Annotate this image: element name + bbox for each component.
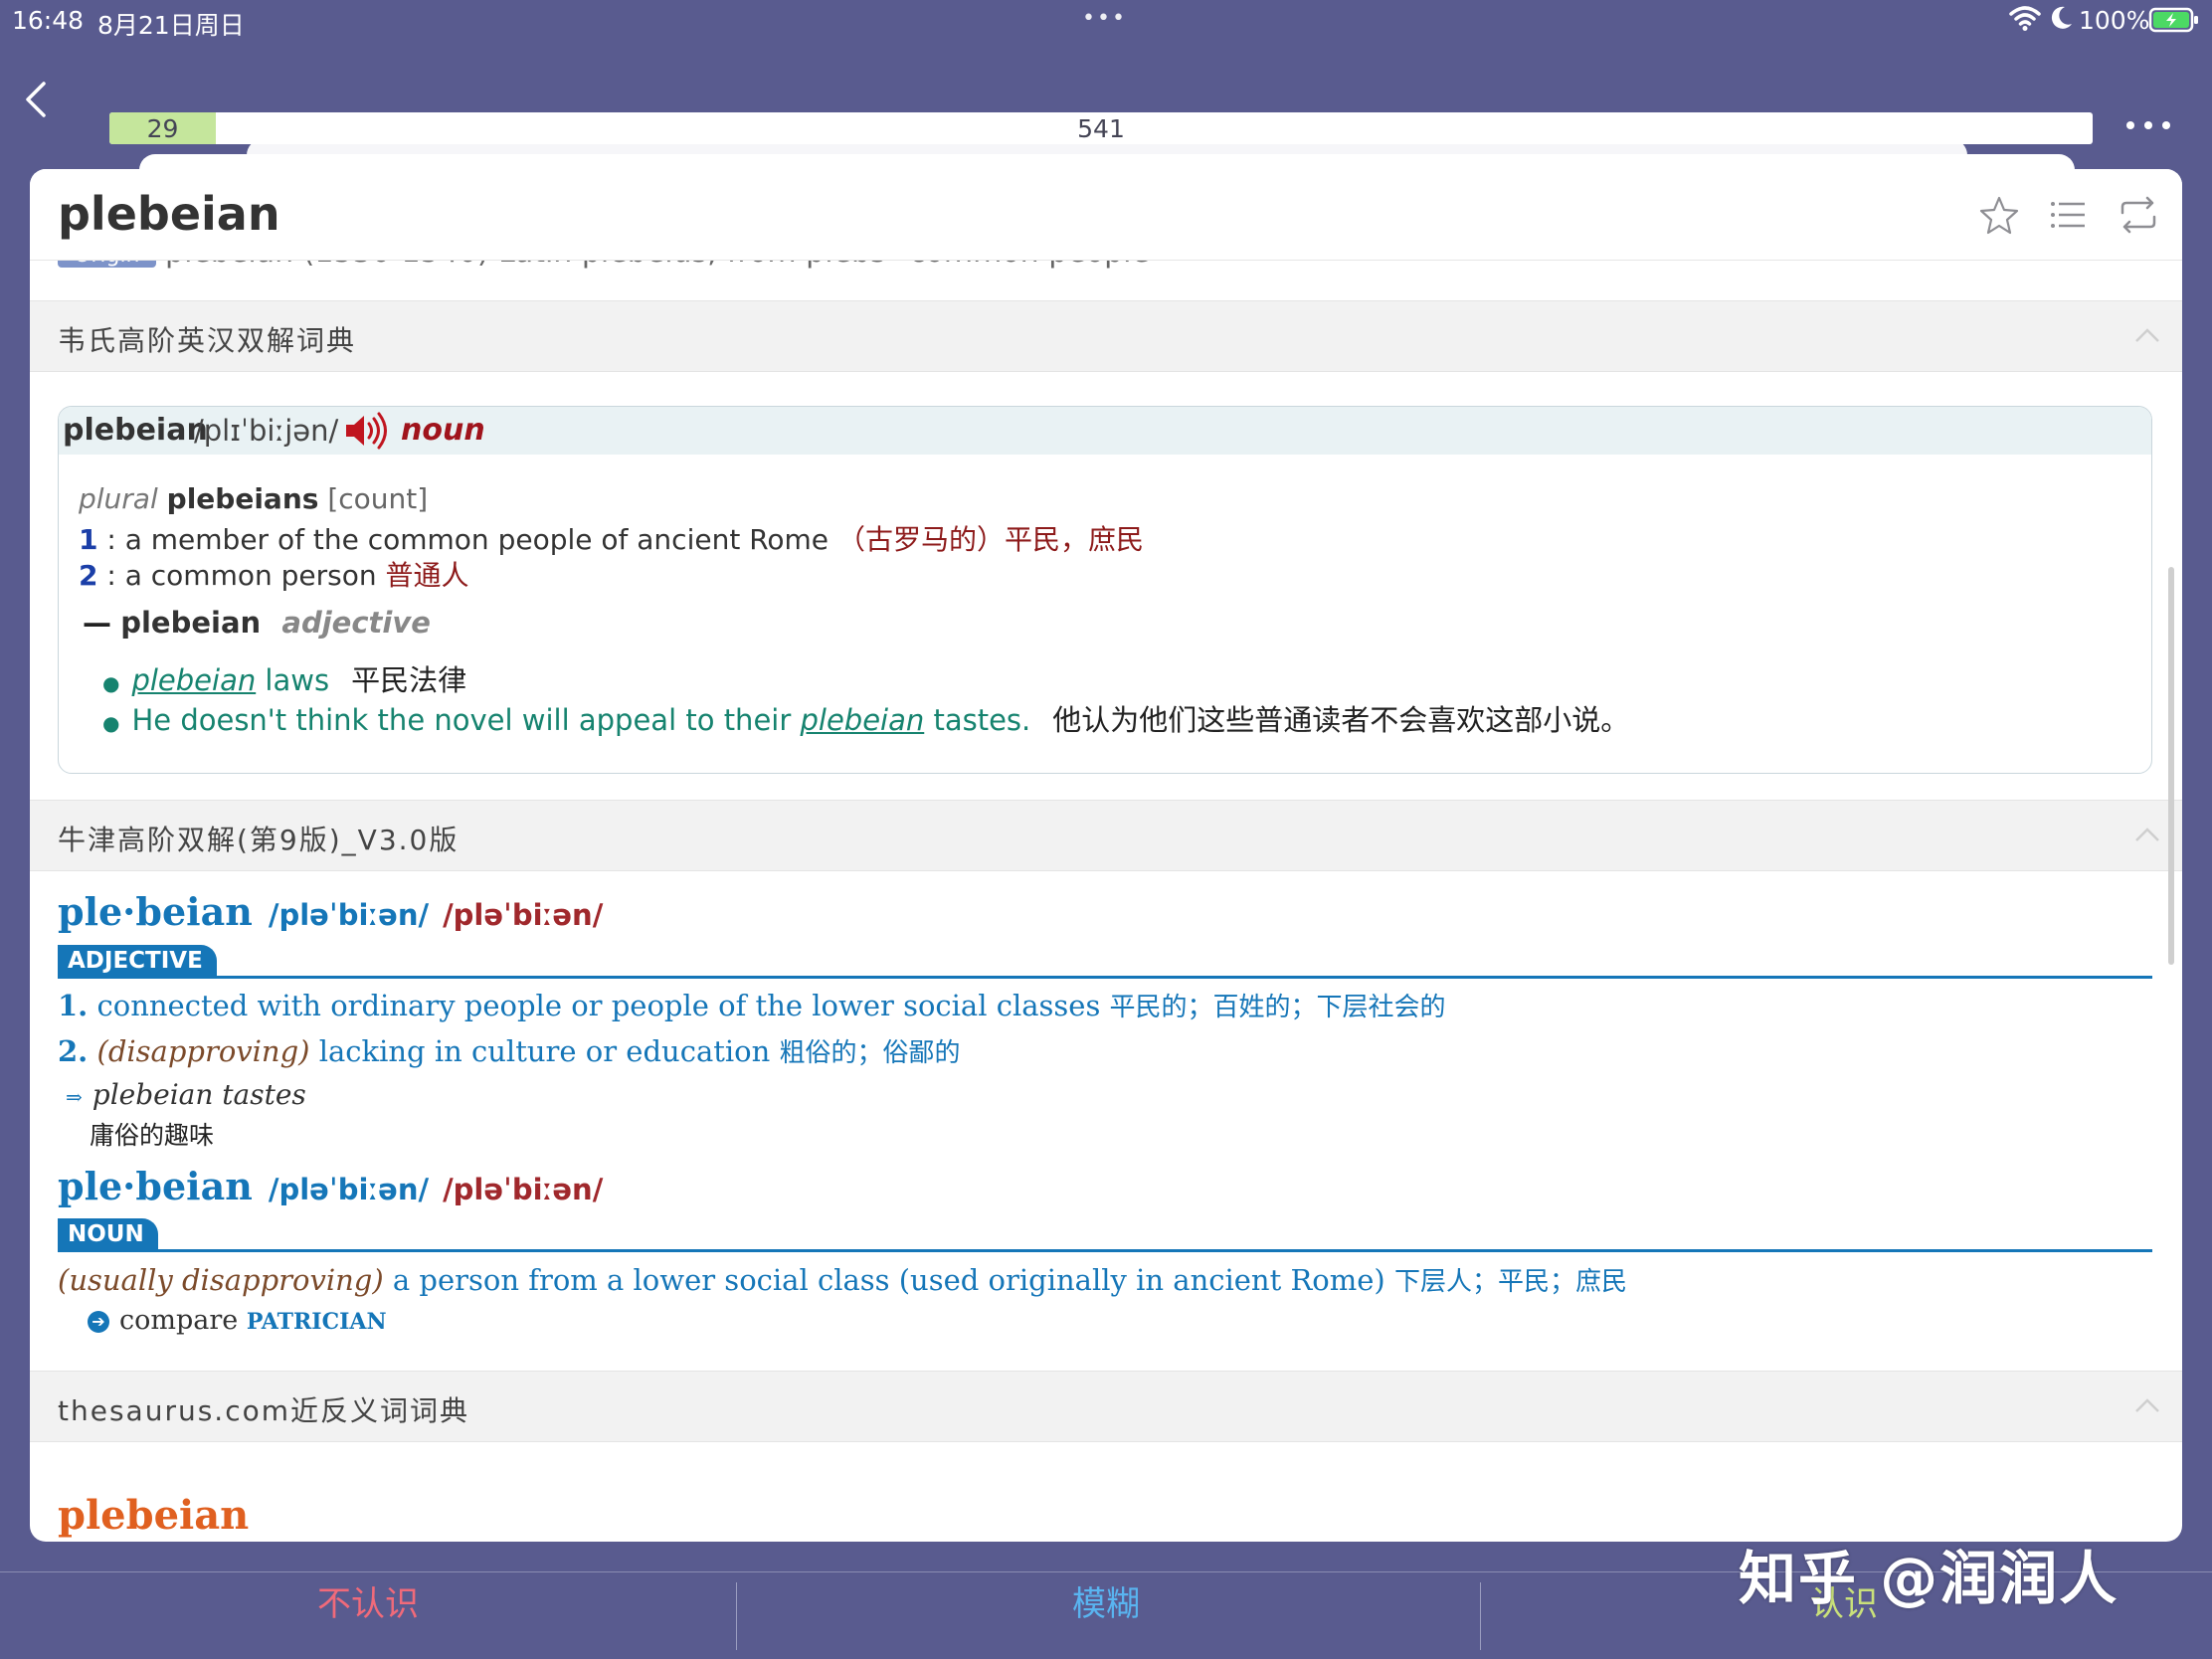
ox-def-text: connected with ordinary people or people…: [96, 989, 1101, 1022]
mw-example-post: tastes.: [924, 703, 1031, 737]
section-title-oxford: 牛津高阶双解(第9版)_V3.0版: [58, 824, 460, 856]
ox-pron-am[interactable]: /pləˈbiːən/: [443, 1173, 603, 1206]
mw-plural-label: plural: [79, 482, 158, 515]
multitask-handle[interactable]: •••: [1082, 6, 1127, 31]
mw-run-on-word: plebeian: [120, 606, 262, 640]
chevron-up-icon[interactable]: [2134, 827, 2160, 842]
mw-example-zh: 他认为他们这些普通读者不会喜欢这部小说。: [1052, 703, 1630, 737]
status-bar: 16:48 8月21日周日 ••• 100%: [0, 0, 2212, 40]
ox-compare: ➔ compare PATRICIAN: [88, 1305, 387, 1336]
ox-def-zh: 平民的；百姓的；下层社会的: [1109, 993, 1446, 1022]
chevron-up-icon[interactable]: [2134, 327, 2160, 343]
more-options-icon[interactable]: [2119, 105, 2178, 145]
battery-icon: [2148, 7, 2198, 33]
card-header: plebeian: [30, 169, 2182, 261]
watermark: 知乎 @润润人: [1739, 1545, 2120, 1612]
ox-def-label: (usually disapproving): [58, 1263, 384, 1297]
mw-run-on: — plebeian adjective: [83, 606, 431, 640]
ox-divider: [58, 1249, 2152, 1252]
mw-plural-form: plebeians: [166, 482, 319, 515]
section-title-mw: 韦氏高阶英汉双解词典: [58, 324, 357, 357]
section-title-thesaurus: thesaurus.com近反义词词典: [58, 1394, 469, 1427]
ox-definition: 1. connected with ordinary people or peo…: [58, 987, 1446, 1023]
ox-def-text: lacking in culture or education: [318, 1034, 771, 1068]
word-card: Origin plebeian (1530-1540) Latin plebei…: [30, 169, 2182, 1542]
mw-entry: plebeian /plɪˈbiːjən/ noun plural plebei…: [58, 406, 2152, 774]
mw-part-of-speech: noun: [401, 413, 485, 448]
mw-plural-line: plural plebeians [count]: [79, 482, 428, 515]
moon-icon: [2051, 6, 2072, 29]
ox-definition: 2. (disapproving) lacking in culture or …: [58, 1032, 961, 1069]
ox-def-number: 2.: [58, 1034, 89, 1068]
mw-sense-text: : a common person: [106, 559, 377, 592]
mw-example-keyword[interactable]: plebeian: [131, 663, 256, 697]
ox-def-label: (disapproving): [96, 1034, 310, 1068]
card-word: plebeian: [58, 187, 280, 241]
mw-sense: 1 : a member of the common people of anc…: [79, 518, 1144, 558]
arrow-icon: ⇒: [66, 1085, 83, 1109]
section-header-oxford[interactable]: 牛津高阶双解(第9版)_V3.0版: [30, 800, 2182, 871]
speaker-icon[interactable]: [343, 411, 389, 451]
ox-example: ⇒ plebeian tastes: [66, 1078, 306, 1111]
ox-divider: [58, 976, 2152, 979]
ox-pos-tag: NOUN: [58, 1218, 158, 1252]
ox-compare-label: compare: [119, 1305, 239, 1336]
mw-sense-zh: 普通人: [385, 559, 469, 592]
wifi-icon: [2009, 6, 2041, 31]
mw-sense-number: 2: [79, 559, 98, 592]
ox-pron-am[interactable]: /pləˈbiːən/: [443, 898, 603, 932]
vague-button[interactable]: 模糊: [738, 1572, 1474, 1659]
mw-headword: plebeian: [63, 413, 208, 448]
battery-percent: 100%: [2079, 6, 2150, 35]
ox-pos-tag: ADJECTIVE: [58, 945, 217, 979]
ox-def-zh: 粗俗的；俗鄙的: [779, 1038, 961, 1068]
mw-example: ● He doesn't think the novel will appeal …: [102, 697, 1629, 739]
ox-example-zh: 庸俗的趣味: [90, 1121, 215, 1150]
status-time: 16:48: [12, 6, 85, 35]
mw-example-zh: 平民法律: [351, 663, 467, 697]
section-header-mw[interactable]: 韦氏高阶英汉双解词典: [30, 300, 2182, 372]
section-header-thesaurus[interactable]: thesaurus.com近反义词词典: [30, 1371, 2182, 1442]
mw-example-pre: He doesn't think the novel will appeal t…: [131, 703, 801, 737]
mw-run-on-pos: adjective: [281, 606, 431, 640]
status-date: 8月21日周日: [97, 11, 245, 40]
ox-def-zh: 下层人；平民；庶民: [1393, 1267, 1627, 1297]
ox-pron-br[interactable]: /pləˈbiːən/: [269, 1173, 429, 1206]
ox-headword-noun: ple·beian/pləˈbiːən/ /pləˈbiːən/: [58, 1164, 603, 1208]
mw-sense-number: 1: [79, 523, 98, 556]
bullet-icon: ●: [102, 711, 120, 735]
ox-headword: ple·beian: [58, 1164, 253, 1208]
mw-sense: 2 : a common person 普通人: [79, 554, 469, 594]
ox-def-number: 1.: [58, 989, 89, 1022]
back-icon[interactable]: [18, 68, 56, 125]
mw-plural-tag: [count]: [327, 482, 429, 515]
mw-example: ● plebeian laws 平民法律: [102, 657, 466, 699]
ox-def-text: a person from a lower social class (used…: [392, 1263, 1385, 1297]
ox-noun-definition: (usually disapproving) a person from a l…: [58, 1261, 1627, 1298]
list-icon[interactable]: [2047, 193, 2091, 237]
ox-headword-adj: ple·beian/pləˈbiːən/ /pləˈbiːən/: [58, 889, 603, 934]
scrollbar[interactable]: [2168, 567, 2174, 965]
repeat-icon[interactable]: [2117, 193, 2160, 237]
mw-headword-bar: plebeian /plɪˈbiːjən/ noun: [59, 407, 2151, 455]
thesaurus-headword: plebeian: [58, 1492, 250, 1539]
ox-pron-br[interactable]: /pləˈbiːən/: [269, 898, 429, 932]
mw-pronunciation: /plɪˈbiːjən/: [194, 414, 339, 448]
ox-example-text: plebeian tastes: [92, 1078, 306, 1111]
mw-example-keyword[interactable]: plebeian: [800, 703, 924, 737]
mw-sense-text: : a member of the common people of ancie…: [106, 523, 830, 556]
ox-headword: ple·beian: [58, 889, 253, 934]
divider: [736, 1582, 737, 1650]
unknown-button[interactable]: 不认识: [0, 1572, 736, 1659]
ox-compare-link[interactable]: PATRICIAN: [247, 1309, 387, 1335]
star-icon[interactable]: [1977, 193, 2021, 237]
progress-known: 29: [146, 114, 179, 143]
mw-sense-zh: （古罗马的）平民，庶民: [836, 523, 1144, 556]
mw-example-post: laws: [256, 663, 330, 697]
bullet-icon: ●: [102, 671, 120, 695]
arrow-right-circle-icon: ➔: [88, 1311, 109, 1333]
chevron-up-icon[interactable]: [2134, 1397, 2160, 1413]
mw-run-on-dash: —: [83, 606, 111, 640]
